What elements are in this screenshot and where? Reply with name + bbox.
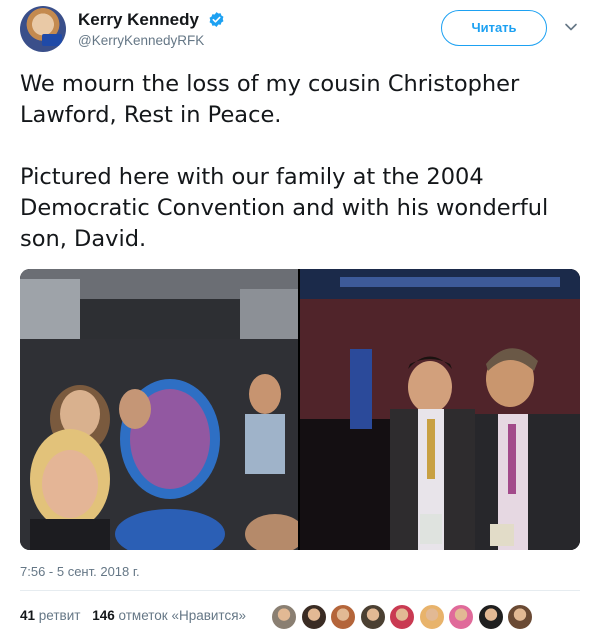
liker-avatar[interactable] xyxy=(507,604,533,630)
likes-label: отметок «Нравится» xyxy=(118,608,247,623)
tweet-timestamp[interactable]: 7:56 - 5 сент. 2018 г. xyxy=(20,564,140,579)
liker-avatar[interactable] xyxy=(477,604,504,630)
retweet-stat[interactable]: 41 ретвит xyxy=(20,608,80,623)
photo-bus-family[interactable] xyxy=(20,269,298,550)
chevron-down-icon[interactable] xyxy=(564,20,578,34)
liker-avatar[interactable] xyxy=(300,604,327,630)
likes-stat[interactable]: 146 отметок «Нравится» xyxy=(92,608,246,623)
author-name-block[interactable]: Kerry Kennedy @KerryKennedyRFK xyxy=(78,10,225,48)
liker-avatar[interactable] xyxy=(418,604,445,630)
retweet-count: 41 xyxy=(20,608,36,623)
tweet-text: We mourn the loss of my cousin Christoph… xyxy=(20,71,549,252)
liker-avatar[interactable] xyxy=(271,604,297,630)
liker-avatar[interactable] xyxy=(448,604,474,630)
convention-scene-image xyxy=(300,269,580,550)
likes-count: 146 xyxy=(92,608,115,623)
author-handle[interactable]: @KerryKennedyRFK xyxy=(78,33,225,48)
verified-badge-icon xyxy=(209,12,224,27)
tweet-media xyxy=(20,269,580,550)
photo-convention-father-son[interactable] xyxy=(300,269,580,550)
follow-button[interactable]: Читать xyxy=(441,10,547,46)
retweet-label: ретвит xyxy=(38,608,81,623)
avatar-badge-icon xyxy=(42,34,62,46)
bus-scene-image xyxy=(20,269,298,550)
author-avatar[interactable] xyxy=(20,6,66,52)
tweet-stats: 41 ретвит 146 отметок «Нравится» xyxy=(20,608,254,623)
divider xyxy=(20,590,580,591)
liker-avatar[interactable] xyxy=(389,604,415,630)
liker-avatar[interactable] xyxy=(359,604,386,630)
liker-avatar[interactable] xyxy=(330,604,356,630)
author-display-name[interactable]: Kerry Kennedy xyxy=(78,10,199,30)
tweet-header: Kerry Kennedy @KerryKennedyRFK Читать xyxy=(20,6,580,56)
